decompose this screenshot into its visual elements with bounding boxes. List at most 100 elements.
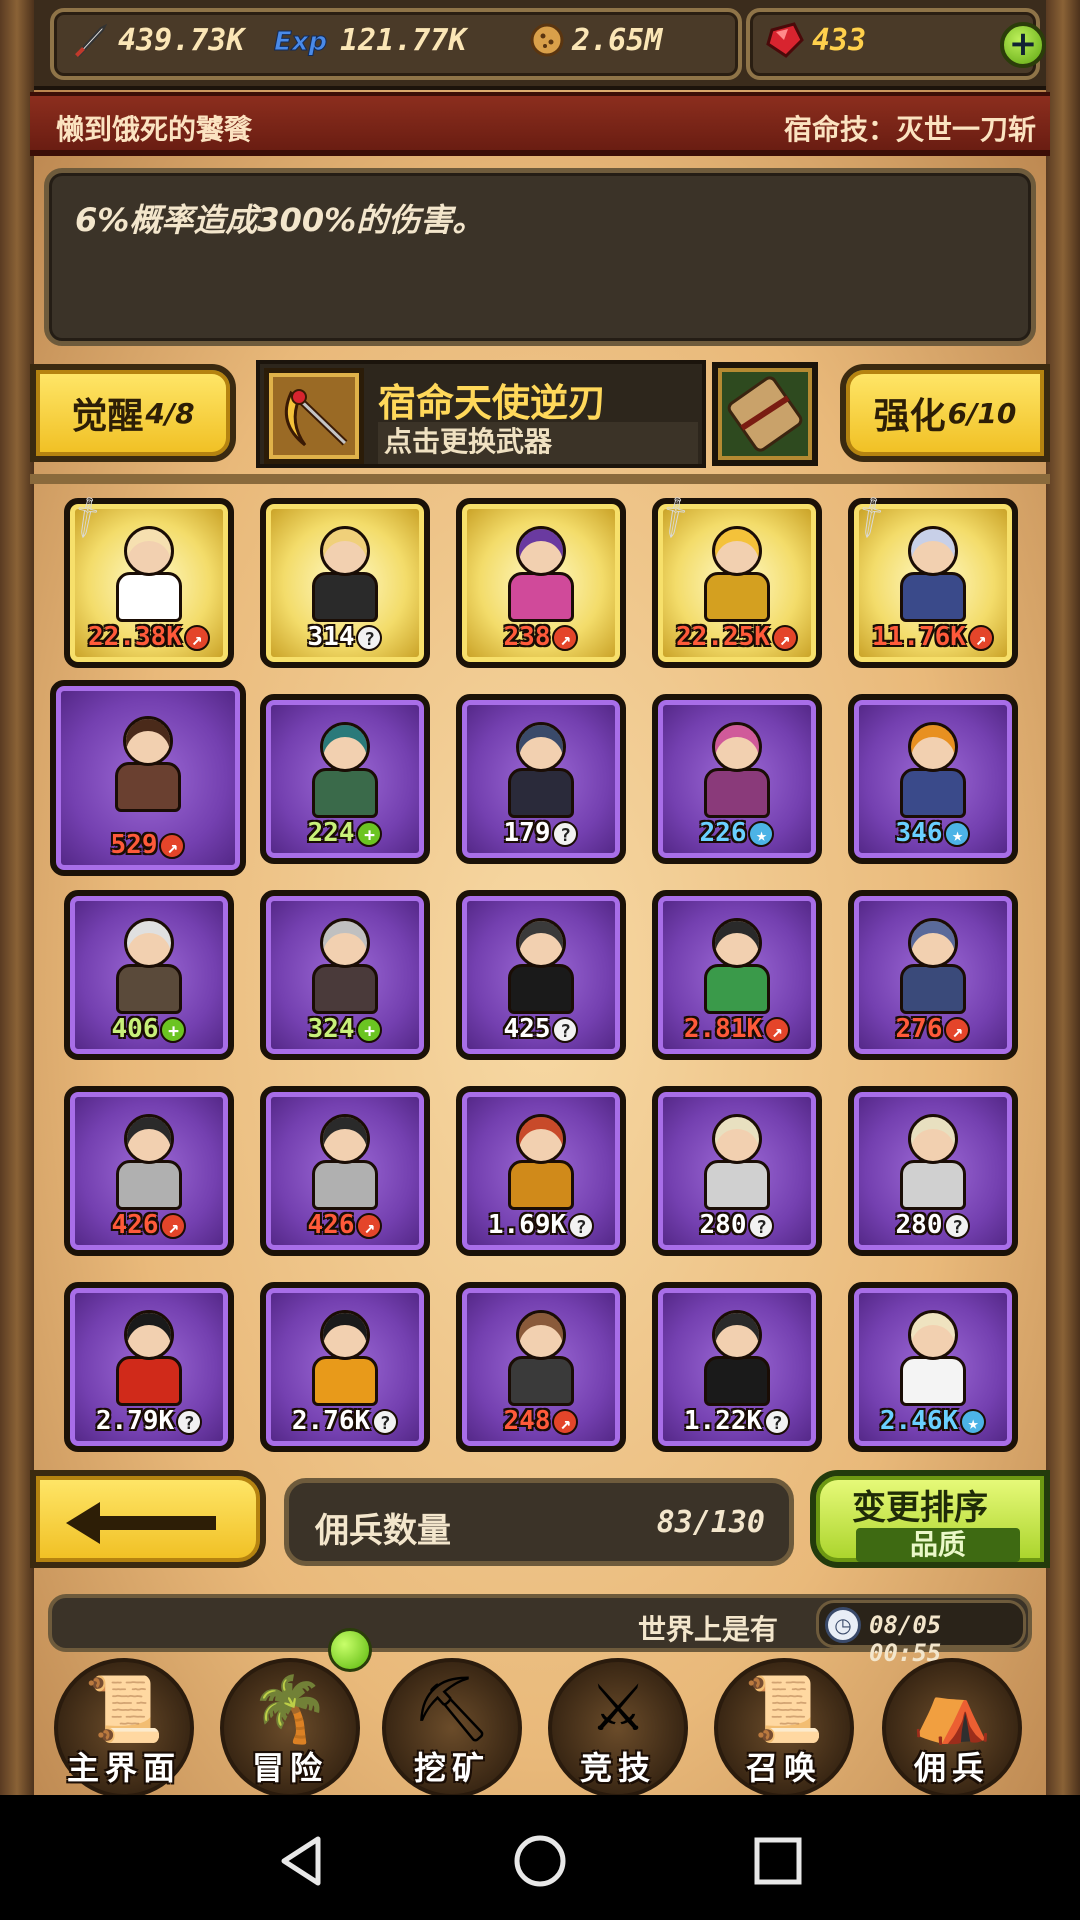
back-triangle-icon[interactable] (272, 1831, 332, 1891)
hero-card[interactable]: 179? (456, 694, 626, 864)
awaken-value: 4/8 (145, 396, 195, 430)
hero-power-label: 1.22K? (658, 1406, 816, 1436)
hero-power-value: 529 (110, 830, 158, 860)
sort-mode: 品质 (856, 1528, 1020, 1562)
hero-power-value: 22.25K (676, 622, 770, 652)
hero-power-label: 276 ↗ (854, 1014, 1012, 1044)
hero-card[interactable]: 406 + (64, 890, 234, 1060)
hero-portrait (103, 716, 193, 816)
plus-icon: + (1008, 24, 1038, 64)
hero-portrait (692, 1310, 782, 1410)
hero-title: 懒到饿死的饕餮 (56, 113, 253, 146)
hero-power-value: 2.46K (879, 1406, 959, 1436)
hero-power-label: 406 + (70, 1014, 228, 1044)
hero-card[interactable]: 2.46K ★ (848, 1282, 1018, 1452)
nav-item[interactable]: ⚔ 竞技 (536, 1650, 700, 1798)
hero-power-value: 406 (111, 1014, 159, 1044)
hero-card[interactable]: 248 ↗ (456, 1282, 626, 1452)
q-badge-icon: ? (552, 820, 579, 847)
back-button[interactable] (30, 1470, 266, 1568)
hero-power-value: 346 (895, 818, 943, 848)
hero-card[interactable]: 529 ↗ (50, 680, 246, 876)
hero-card[interactable]: 280? (652, 1086, 822, 1256)
hero-power-label: 11.76K ↗ (854, 622, 1012, 652)
hero-power-label: 426 ↗ (266, 1210, 424, 1240)
hero-card[interactable]: 280? (848, 1086, 1018, 1256)
cookie-coin-icon (524, 19, 566, 61)
hero-portrait (888, 1310, 978, 1410)
hero-card[interactable]: 426 ↗ (260, 1086, 430, 1256)
fire-badge-icon: ↗ (183, 624, 210, 651)
hero-power-label: 2.46K ★ (854, 1406, 1012, 1436)
hero-card[interactable]: 🗡 22.25K ↗ (649, 492, 822, 668)
nav-item[interactable]: 📜 主界面 (42, 1650, 206, 1798)
q-badge-icon: ? (748, 1212, 775, 1239)
hero-portrait (888, 526, 978, 626)
hero-power-value: 179 (503, 818, 551, 848)
hero-power-label: 22.25K ↗ (658, 622, 816, 652)
hero-card[interactable]: 314? (260, 498, 430, 668)
hero-card[interactable]: 2.76K? (260, 1282, 430, 1452)
hero-card[interactable]: 346 ★ (848, 694, 1018, 864)
nav-item[interactable]: ⛺ 佣兵 (870, 1650, 1034, 1798)
hero-portrait (692, 722, 782, 822)
hero-card[interactable]: 226 ★ (652, 694, 822, 864)
scroll-item-button[interactable] (712, 362, 818, 466)
hero-portrait (692, 526, 782, 626)
hero-power-label: 425? (462, 1014, 620, 1044)
fire-badge-icon: ↗ (771, 624, 798, 651)
awaken-button[interactable]: 觉醒 4/8 (30, 364, 236, 462)
mercenary-count-value: 83/130 (656, 1505, 765, 1540)
hero-portrait (300, 918, 390, 1018)
change-sort-button[interactable]: 变更排序 品质 (810, 1470, 1050, 1568)
change-weapon-hint: 点击更换武器 (378, 422, 698, 464)
clock-icon: ◷ (825, 1607, 861, 1643)
hero-card[interactable]: 425? (456, 890, 626, 1060)
hero-card[interactable]: 1.69K? (456, 1086, 626, 1256)
hero-card[interactable]: 276 ↗ (848, 890, 1018, 1060)
gem-value: 433 (812, 22, 867, 58)
hero-card[interactable]: 🗡 22.38K ↗ (61, 492, 234, 668)
star-badge-icon: ★ (748, 820, 775, 847)
add-gems-button[interactable]: + (1000, 22, 1046, 68)
recents-square-icon[interactable] (748, 1831, 808, 1891)
hero-power-value: 426 (307, 1210, 355, 1240)
hero-card[interactable]: 238 ↗ (456, 498, 626, 668)
hero-power-label: 426 ↗ (70, 1210, 228, 1240)
nav-item[interactable]: 📜 召唤 (702, 1650, 866, 1798)
skill-description-panel: 6%概率造成300%的伤害。 (44, 168, 1036, 346)
hero-card[interactable]: 224 + (260, 694, 430, 864)
hero-card[interactable]: 324 + (260, 890, 430, 1060)
exp-icon: Exp (270, 19, 334, 61)
exp-icon-text: Exp (274, 27, 327, 57)
hero-card[interactable]: 2.81K ↗ (652, 890, 822, 1060)
hero-power-value: 226 (699, 818, 747, 848)
hero-card[interactable]: 1.22K? (652, 1282, 822, 1452)
q-badge-icon: ? (552, 1016, 579, 1043)
equipped-sword-icon: 🗡 (61, 492, 113, 543)
hero-card[interactable]: 2.79K? (64, 1282, 234, 1452)
hero-power-value: 224 (307, 818, 355, 848)
ticker-text: 世界上是有 (638, 1613, 779, 1646)
hero-portrait (496, 722, 586, 822)
nav-item[interactable]: ⛏ 挖矿 (370, 1650, 534, 1798)
bottom-nav: 📜 主界面 🌴 冒险 ⛏ 挖矿 ⚔ 竞技 📜 召唤 ⛺ 佣兵 (30, 1650, 1050, 1798)
enhance-label: 强化 (873, 396, 946, 437)
tent-icon: ⛺ (912, 1673, 992, 1747)
hero-card[interactable]: 426 ↗ (64, 1086, 234, 1256)
hero-power-label: 280? (854, 1210, 1012, 1240)
attack-value: 439.73K (118, 22, 245, 58)
hero-card[interactable]: 🗡 11.76K ↗ (845, 492, 1018, 668)
home-circle-icon[interactable] (510, 1831, 570, 1891)
scythe-weapon-icon (264, 368, 364, 464)
gem-resource: 433 (764, 20, 866, 60)
hero-power-label: 346 ★ (854, 818, 1012, 848)
hero-power-value: 2.79K (95, 1406, 175, 1436)
enhance-button[interactable]: 强化 6/10 (840, 364, 1050, 462)
skill-description: 6%概率造成300%的伤害。 (75, 201, 485, 239)
mercenary-count-label: 佣兵数量 (315, 1511, 451, 1551)
hero-power-label: 2.81K ↗ (658, 1014, 816, 1044)
hero-power-value: 238 (503, 622, 551, 652)
hero-portrait (104, 526, 194, 626)
weapon-panel[interactable]: 宿命天使逆刃 点击更换武器 (256, 360, 706, 468)
